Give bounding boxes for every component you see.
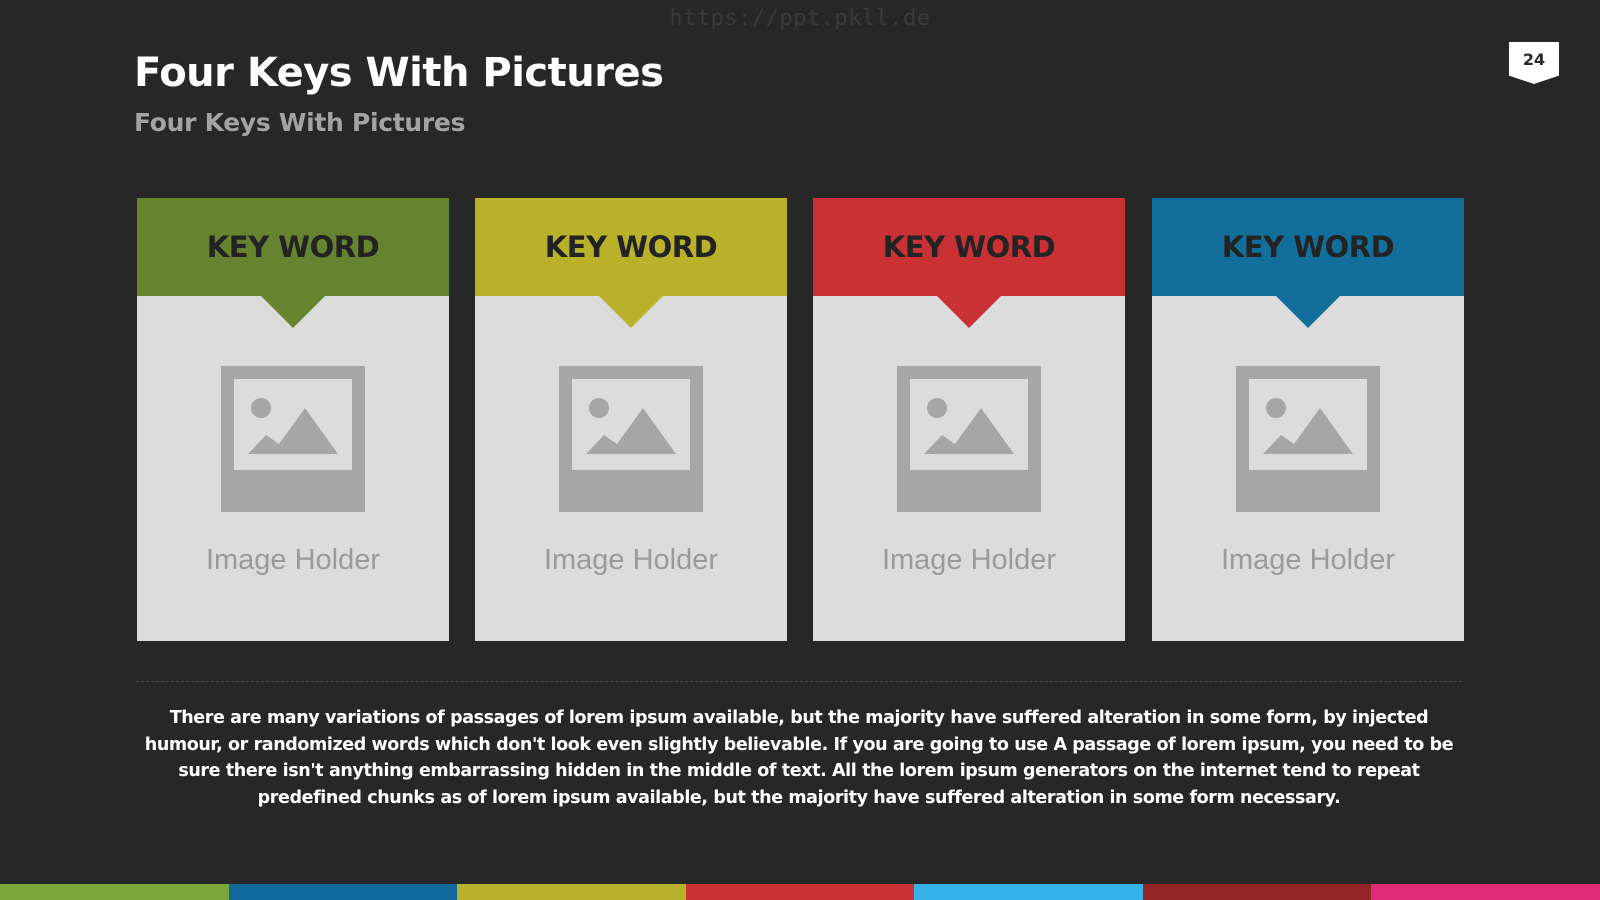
watermark: https://ppt.pkll.de xyxy=(669,6,931,31)
bottom-color-bar xyxy=(0,884,1600,900)
color-bar-segment xyxy=(1371,884,1600,900)
card-caption: Image Holder xyxy=(543,544,719,576)
slide-subtitle: Four Keys With Pictures xyxy=(134,108,466,137)
image-placeholder-icon xyxy=(559,366,703,512)
color-bar-segment xyxy=(1142,884,1372,900)
color-bar-segment xyxy=(228,884,458,900)
card-caption: Image Holder xyxy=(205,544,381,576)
color-bar-segment xyxy=(914,884,1143,900)
key-card-1: KEY WORD Image Holder xyxy=(137,198,449,641)
key-card-3: KEY WORD Image Holder xyxy=(813,198,1125,641)
image-placeholder-icon xyxy=(221,366,365,512)
card-pointer xyxy=(1275,295,1341,328)
card-pointer xyxy=(936,295,1002,328)
color-bar-segment xyxy=(457,884,686,900)
card-caption: Image Holder xyxy=(881,544,1057,576)
image-placeholder-icon xyxy=(1236,366,1380,512)
card-header: KEY WORD xyxy=(475,198,787,296)
color-bar-segment xyxy=(685,884,915,900)
dashed-divider xyxy=(136,681,1462,682)
card-caption: Image Holder xyxy=(1220,544,1396,576)
color-bar-segment xyxy=(0,884,229,900)
body-text: There are many variations of passages of… xyxy=(144,708,1454,808)
card-header: KEY WORD xyxy=(813,198,1125,296)
key-card-4: KEY WORD Image Holder xyxy=(1152,198,1464,641)
page-number-badge: 24 xyxy=(1509,42,1559,84)
key-card-2: KEY WORD Image Holder xyxy=(475,198,787,641)
card-header: KEY WORD xyxy=(137,198,449,296)
card-pointer xyxy=(598,295,664,328)
image-placeholder-icon xyxy=(897,366,1041,512)
card-header: KEY WORD xyxy=(1152,198,1464,296)
slide-title: Four Keys With Pictures xyxy=(134,50,664,96)
card-pointer xyxy=(260,295,326,328)
